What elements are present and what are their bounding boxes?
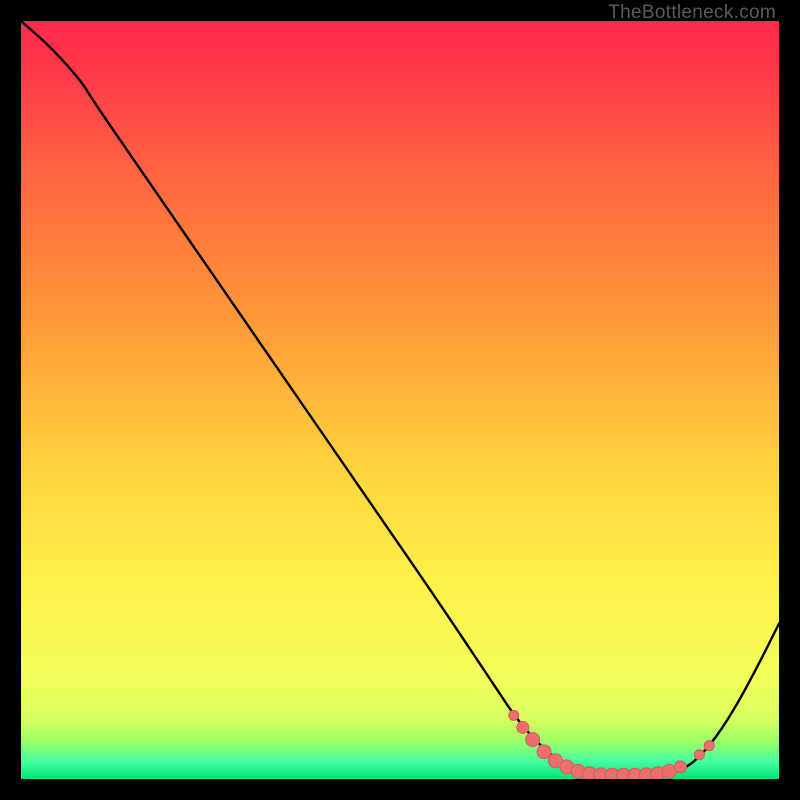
data-marker bbox=[674, 761, 686, 773]
chart-svg bbox=[21, 21, 779, 779]
data-marker bbox=[509, 710, 519, 720]
attribution-text: TheBottleneck.com bbox=[608, 2, 776, 24]
data-marker bbox=[704, 741, 714, 751]
data-marker bbox=[517, 721, 529, 733]
data-marker bbox=[526, 733, 540, 747]
chart-background bbox=[21, 21, 779, 779]
data-marker bbox=[694, 750, 704, 760]
chart-frame bbox=[21, 21, 779, 779]
data-marker bbox=[537, 745, 551, 759]
